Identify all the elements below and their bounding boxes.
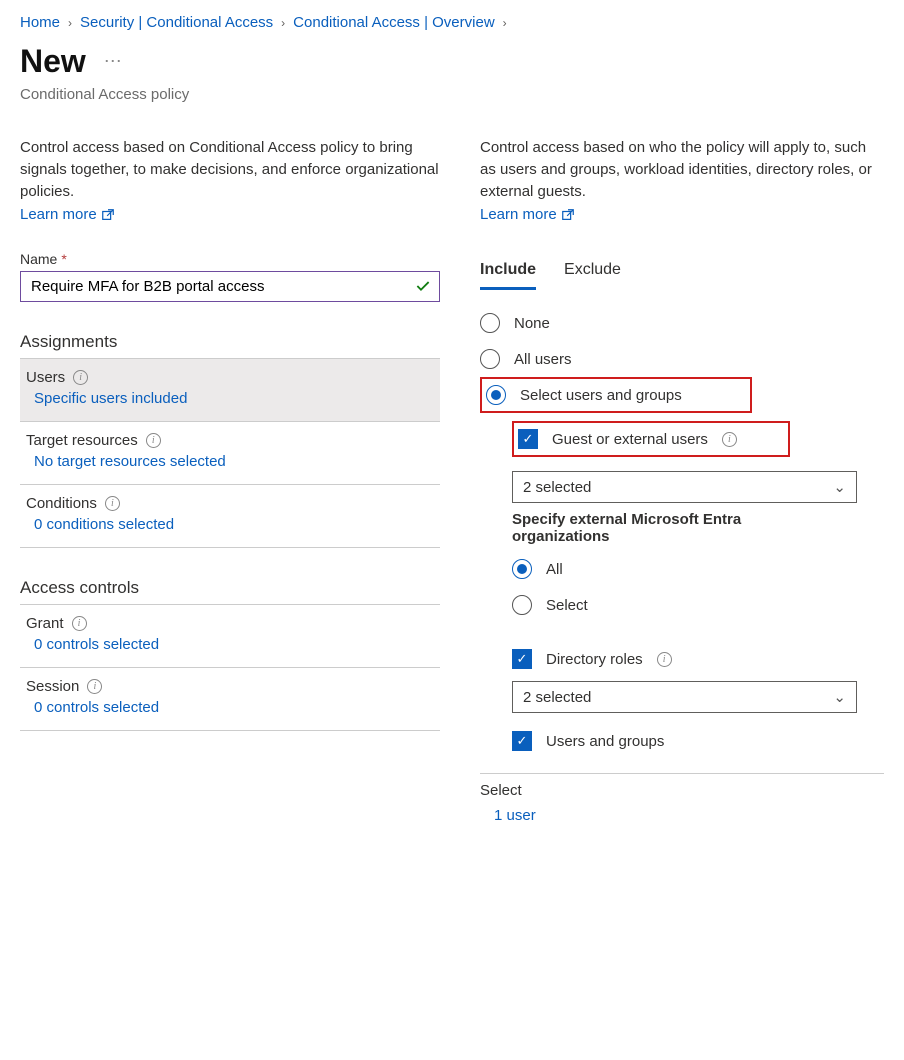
chevron-right-icon: › <box>503 16 507 30</box>
learn-more-link[interactable]: Learn more <box>20 206 115 223</box>
info-icon[interactable]: i <box>146 433 161 448</box>
policy-name-input[interactable] <box>20 271 440 302</box>
tab-include[interactable]: Include <box>480 257 536 290</box>
control-session[interactable]: Session i 0 controls selected <box>20 668 440 731</box>
radio-entra-select-label: Select <box>546 597 588 614</box>
checkbox-guest-external[interactable]: ✓ <box>518 429 538 449</box>
assignment-users-status[interactable]: Specific users included <box>34 390 187 407</box>
directory-roles-select[interactable]: 2 selected ⌄ <box>512 681 857 713</box>
chevron-down-icon: ⌄ <box>833 688 846 706</box>
radio-none-label: None <box>514 315 550 332</box>
include-exclude-tabs: Include Exclude <box>480 257 884 291</box>
control-grant-label: Grant <box>26 615 64 632</box>
control-grant-status[interactable]: 0 controls selected <box>34 636 159 653</box>
tab-exclude[interactable]: Exclude <box>564 257 621 290</box>
breadcrumb-overview[interactable]: Conditional Access | Overview <box>293 14 494 31</box>
assignment-conditions-status[interactable]: 0 conditions selected <box>34 516 174 533</box>
info-icon[interactable]: i <box>72 616 87 631</box>
assignment-conditions-label: Conditions <box>26 495 97 512</box>
more-actions-button[interactable]: ⋯ <box>104 51 124 72</box>
radio-select-users-label: Select users and groups <box>520 387 682 404</box>
checkbox-directory-roles-label: Directory roles <box>546 651 643 668</box>
selected-users-link[interactable]: 1 user <box>494 807 536 824</box>
required-indicator: * <box>61 251 66 267</box>
right-intro-text: Control access based on who the policy w… <box>480 137 884 202</box>
page-title: New <box>20 43 86 80</box>
section-access-controls: Access controls <box>20 578 440 605</box>
guest-types-value: 2 selected <box>523 479 591 496</box>
chevron-right-icon: › <box>68 16 72 30</box>
info-icon[interactable]: i <box>73 370 88 385</box>
name-label: Name* <box>20 251 440 267</box>
radio-select-users[interactable] <box>486 385 506 405</box>
assignment-conditions[interactable]: Conditions i 0 conditions selected <box>20 485 440 548</box>
learn-more-link-right[interactable]: Learn more <box>480 206 575 223</box>
assignment-target[interactable]: Target resources i No target resources s… <box>20 422 440 485</box>
info-icon[interactable]: i <box>657 652 672 667</box>
radio-none[interactable] <box>480 313 500 333</box>
section-assignments: Assignments <box>20 332 440 359</box>
guest-types-select[interactable]: 2 selected ⌄ <box>512 471 857 503</box>
left-intro-text: Control access based on Conditional Acce… <box>20 137 440 202</box>
checkbox-users-groups[interactable]: ✓ <box>512 731 532 751</box>
directory-roles-value: 2 selected <box>523 689 591 706</box>
external-link-icon <box>101 208 115 222</box>
assignment-users[interactable]: Users i Specific users included <box>20 359 440 422</box>
assignment-target-status[interactable]: No target resources selected <box>34 453 226 470</box>
info-icon[interactable]: i <box>722 432 737 447</box>
separator <box>480 773 884 774</box>
chevron-right-icon: › <box>281 16 285 30</box>
page-subtitle: Conditional Access policy <box>20 86 884 103</box>
entra-org-label: Specify external Microsoft Entra organiz… <box>512 511 812 545</box>
info-icon[interactable]: i <box>105 496 120 511</box>
chevron-down-icon: ⌄ <box>833 478 846 496</box>
external-link-icon <box>561 208 575 222</box>
info-icon[interactable]: i <box>87 679 102 694</box>
control-session-status[interactable]: 0 controls selected <box>34 699 159 716</box>
control-session-label: Session <box>26 678 79 695</box>
radio-entra-all[interactable] <box>512 559 532 579</box>
control-grant[interactable]: Grant i 0 controls selected <box>20 605 440 668</box>
learn-more-label: Learn more <box>480 206 557 223</box>
assignment-users-label: Users <box>26 369 65 386</box>
assignment-target-label: Target resources <box>26 432 138 449</box>
breadcrumb: Home › Security | Conditional Access › C… <box>20 14 884 31</box>
breadcrumb-home[interactable]: Home <box>20 14 60 31</box>
check-icon <box>414 277 432 298</box>
checkbox-guest-label: Guest or external users <box>552 431 708 448</box>
breadcrumb-security[interactable]: Security | Conditional Access <box>80 14 273 31</box>
radio-all-users-label: All users <box>514 351 572 368</box>
select-heading: Select <box>480 782 884 799</box>
checkbox-users-groups-label: Users and groups <box>546 733 664 750</box>
radio-entra-select[interactable] <box>512 595 532 615</box>
radio-all-users[interactable] <box>480 349 500 369</box>
radio-entra-all-label: All <box>546 561 563 578</box>
checkbox-directory-roles[interactable]: ✓ <box>512 649 532 669</box>
learn-more-label: Learn more <box>20 206 97 223</box>
